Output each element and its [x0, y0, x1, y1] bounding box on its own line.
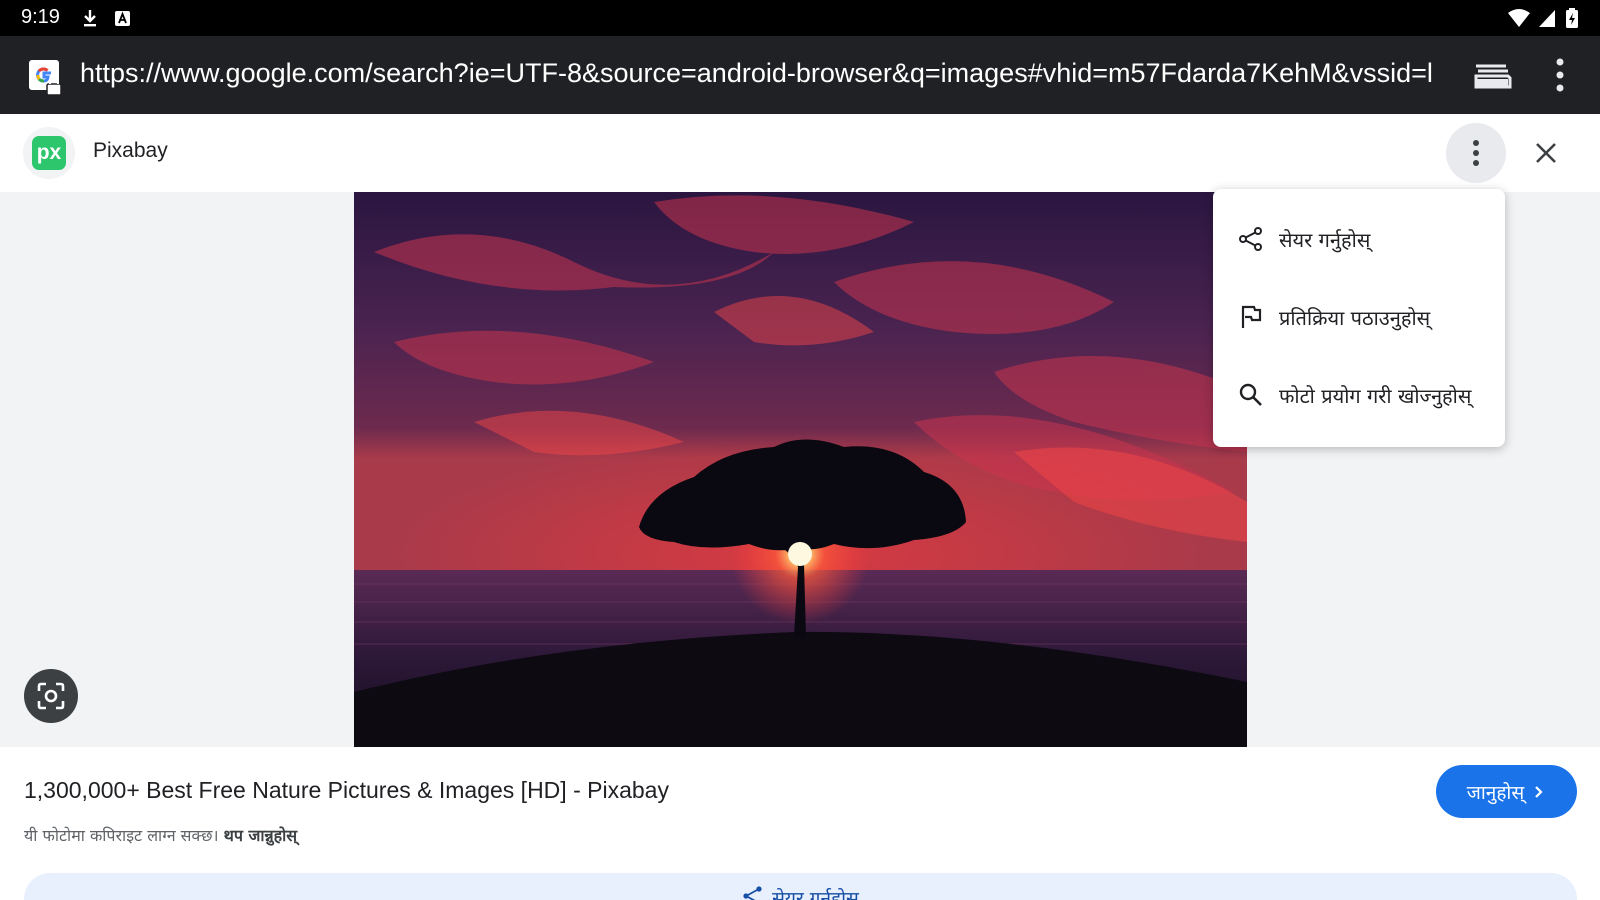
download-icon [84, 10, 96, 27]
close-icon [1536, 143, 1556, 163]
share-icon [743, 886, 762, 900]
signal-icon [1539, 10, 1555, 27]
sunset-tree-photo [354, 192, 1247, 747]
learn-more-link[interactable]: थप जान्नुहोस् [224, 826, 297, 845]
menu-item-share[interactable]: सेयर गर्नुहोस् [1213, 209, 1505, 269]
share-label: सेयर गर्नुहोस् [772, 888, 859, 900]
wifi-icon [1508, 9, 1530, 27]
share-button[interactable]: सेयर गर्नुहोस् [24, 873, 1577, 900]
search-icon [1239, 383, 1262, 406]
menu-item-label: प्रतिक्रिया पठाउनुहोस् [1279, 305, 1431, 330]
result-info: 1,300,000+ Best Free Nature Pictures & I… [0, 747, 1600, 900]
flag-icon [1241, 305, 1262, 328]
more-options-button[interactable] [1446, 123, 1506, 183]
url-bar[interactable]: https://www.google.com/search?ie=UTF-8&s… [0, 36, 1600, 114]
pixabay-logo: px [32, 136, 66, 170]
copyright-notice: यी फोटोमा कपिराइट लाग्न सक्छ। थप जान्नुह… [24, 824, 297, 846]
menu-item-label: सेयर गर्नुहोस् [1279, 227, 1371, 252]
visit-button[interactable]: जानुहोस् [1436, 765, 1577, 818]
a-icon [115, 11, 130, 26]
google-secure-icon[interactable] [29, 60, 67, 98]
google-lens-button[interactable] [24, 669, 78, 723]
screen: 9:19 https://www.google.com/search?ie=UT… [0, 0, 1600, 900]
menu-item-feedback[interactable]: प्रतिक्रिया पठाउनुहोस् [1213, 287, 1505, 347]
share-icon [1239, 227, 1262, 251]
menu-item-search-image[interactable]: फोटो प्रयोग गरी खोज्नुहोस् [1213, 365, 1505, 425]
status-time: 9:19 [21, 6, 60, 28]
result-header: px Pixabay [0, 114, 1600, 192]
result-image[interactable] [354, 192, 1247, 747]
result-title[interactable]: 1,300,000+ Best Free Nature Pictures & I… [24, 777, 669, 804]
close-button[interactable] [1520, 127, 1572, 179]
source-logo[interactable]: px [23, 127, 75, 179]
overflow-menu-icon[interactable] [1552, 56, 1568, 96]
lens-icon [37, 682, 65, 710]
status-bar: 9:19 [0, 0, 1600, 36]
options-menu: सेयर गर्नुहोस् प्रतिक्रिया पठाउनुहोस् फो… [1213, 189, 1505, 447]
menu-item-label: फोटो प्रयोग गरी खोज्नुहोस् [1279, 383, 1472, 408]
source-name[interactable]: Pixabay [93, 139, 168, 163]
copyright-text: यी फोटोमा कपिराइट लाग्न सक्छ। [24, 826, 219, 845]
chevron-right-icon [1535, 785, 1543, 798]
battery-icon [1566, 8, 1578, 28]
url-text[interactable]: https://www.google.com/search?ie=UTF-8&s… [80, 58, 1440, 89]
more-vert-icon [1473, 140, 1479, 166]
visit-label: जानुहोस् [1466, 781, 1525, 804]
tabs-icon[interactable] [1472, 60, 1512, 92]
